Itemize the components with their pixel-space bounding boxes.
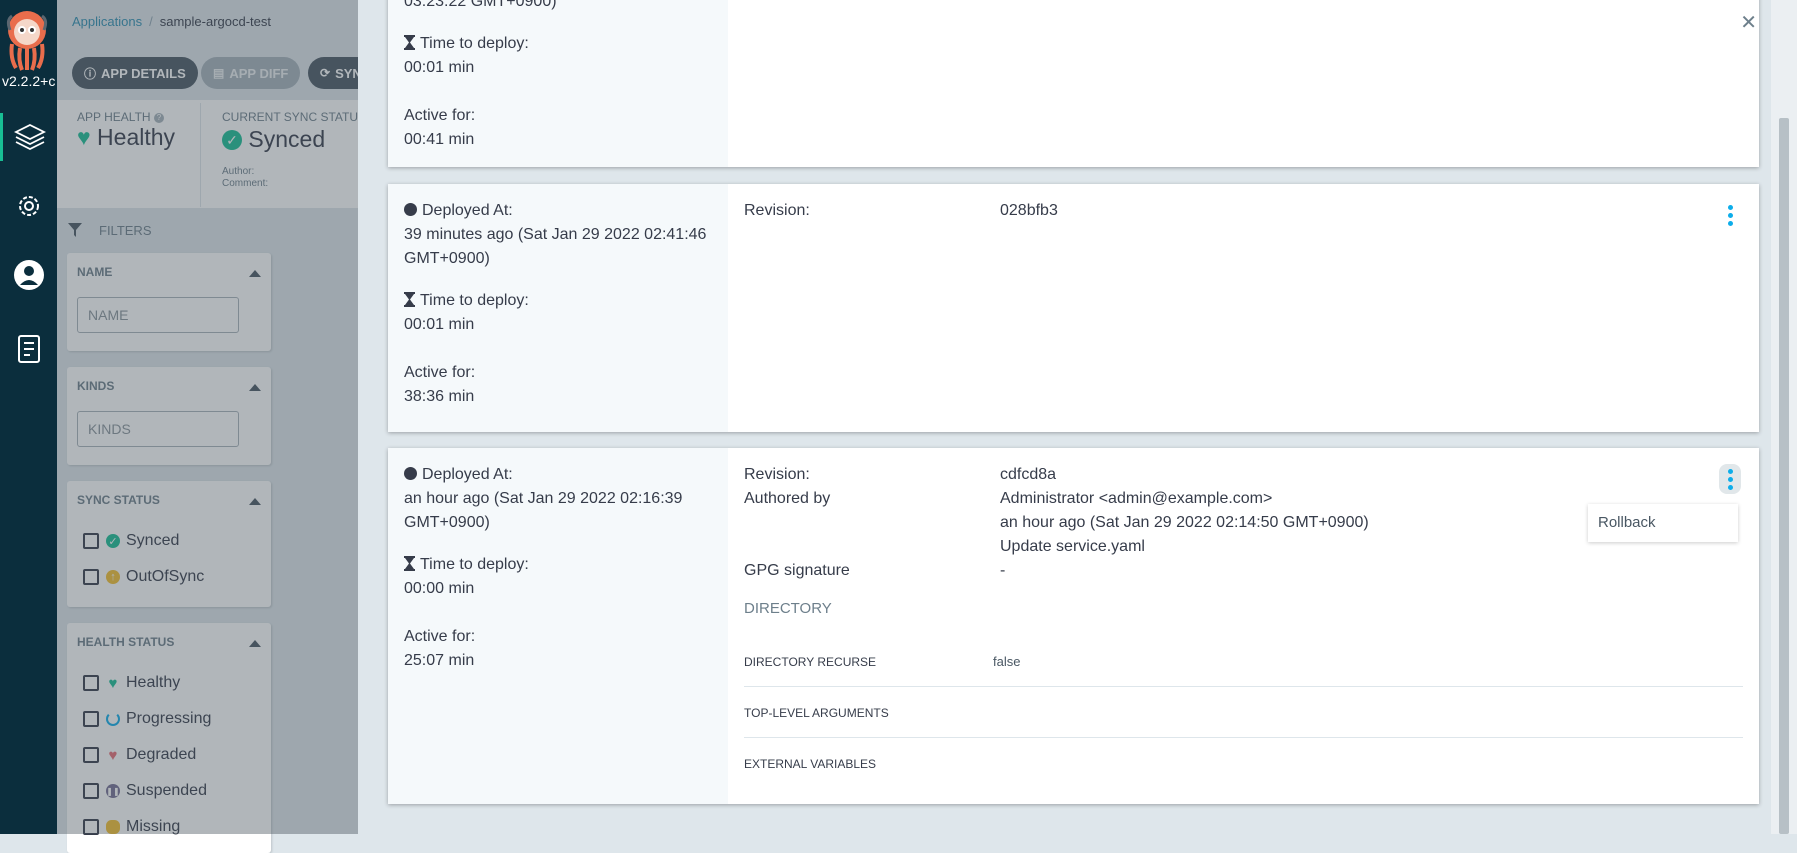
time-to-deploy-label: Time to deploy: (404, 289, 529, 313)
deployed-at-value: an hour ago (Sat Jan 29 2022 02:16:39 (404, 490, 683, 507)
directory-recurse-value: false (993, 654, 1021, 669)
authored-by-label: Authored by (744, 490, 831, 507)
nav-applications[interactable] (0, 113, 57, 161)
main-nav: v2.2.2+c (0, 0, 57, 834)
user-icon (13, 260, 44, 290)
time-to-deploy-label: Time to deploy: (404, 553, 529, 577)
deployed-at-value-cont: GMT+0900) (404, 250, 490, 267)
argo-logo[interactable] (4, 6, 50, 72)
divider (744, 686, 1743, 687)
top-level-arguments-label: TOP-LEVEL ARGUMENTS (744, 706, 889, 720)
authored-date-value: an hour ago (Sat Jan 29 2022 02:14:50 GM… (1000, 514, 1369, 531)
active-for-value: 00:41 min (404, 131, 475, 148)
active-for-label: Active for: (404, 628, 476, 645)
hourglass-icon (404, 556, 415, 571)
nav-settings[interactable] (0, 182, 57, 230)
docs-icon (17, 335, 40, 363)
time-to-deploy-label: Time to deploy: (404, 32, 529, 56)
history-actions-dropdown: Rollback (1588, 504, 1738, 542)
history-card: Deployed At: an hour ago (Sat Jan 29 202… (388, 448, 1759, 804)
hourglass-icon (404, 35, 415, 50)
deployed-at-value: 03:23:22 GMT+0900) (404, 0, 557, 10)
divider (744, 737, 1743, 738)
history-actions-menu-button[interactable] (1719, 200, 1741, 230)
revision-value: cdfcd8a (1000, 466, 1057, 483)
revision-label: Revision: (744, 466, 810, 483)
directory-recurse-label: DIRECTORY RECURSE (744, 655, 877, 669)
close-icon[interactable]: ✕ (1740, 10, 1757, 35)
revision-label: Revision: (744, 202, 810, 219)
time-to-deploy-value: 00:00 min (404, 580, 475, 597)
history-card: 03:23:22 GMT+0900) Time to deploy: 00:01… (388, 0, 1759, 167)
deployed-at-value: 39 minutes ago (Sat Jan 29 2022 02:41:46 (404, 226, 707, 243)
deployed-at-value-cont: GMT+0900) (404, 514, 490, 531)
active-for-label: Active for: (404, 107, 476, 124)
version-label: v2.2.2+c (2, 73, 56, 89)
rollback-menu-item[interactable]: Rollback (1598, 514, 1656, 531)
gear-icon (18, 196, 39, 216)
hourglass-icon (404, 292, 415, 307)
clock-icon (404, 467, 417, 480)
revision-value: 028bfb3 (1000, 202, 1058, 219)
panel-scrollbar-thumb[interactable] (1779, 118, 1789, 834)
deployed-at-label: Deployed At: (404, 463, 513, 487)
author-value: Administrator <admin@example.com> (1000, 490, 1273, 507)
time-to-deploy-value: 00:01 min (404, 316, 475, 333)
active-for-value: 38:36 min (404, 388, 475, 405)
history-panel: 03:23:22 GMT+0900) Time to deploy: 00:01… (358, 0, 1797, 834)
history-actions-menu-button[interactable] (1719, 464, 1741, 494)
nav-docs[interactable] (0, 325, 57, 373)
modal-backdrop[interactable] (57, 0, 358, 834)
gpg-signature-label: GPG signature (744, 562, 850, 579)
time-to-deploy-value: 00:01 min (404, 59, 475, 76)
deployed-at-label: Deployed At: (404, 199, 513, 223)
layers-icon (14, 123, 46, 151)
commit-message-value: Update service.yaml (1000, 538, 1145, 555)
active-for-label: Active for: (404, 364, 476, 381)
nav-user-info[interactable] (0, 251, 57, 299)
clock-icon (404, 203, 417, 216)
external-variables-label: EXTERNAL VARIABLES (744, 757, 877, 771)
history-card: Deployed At: 39 minutes ago (Sat Jan 29 … (388, 184, 1759, 432)
active-for-value: 25:07 min (404, 652, 475, 669)
gpg-signature-value: - (1000, 562, 1006, 579)
directory-section-title: DIRECTORY (744, 600, 832, 617)
